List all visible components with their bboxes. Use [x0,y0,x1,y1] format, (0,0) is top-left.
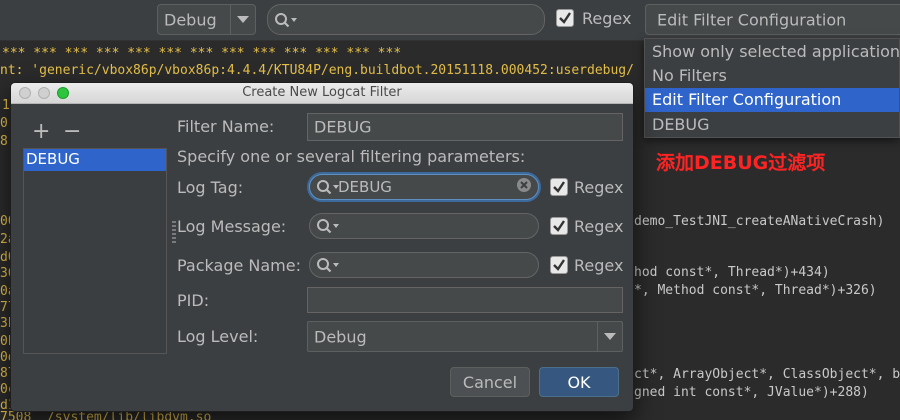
log-line-fragment: *, Method const*, Thread*)+326) [634,283,877,298]
filter-list: DEBUG [23,148,167,354]
search-icon[interactable] [316,257,340,273]
toolbar-regex-checkbox[interactable] [556,9,574,27]
log-tag-regex-label: Regex [574,178,624,197]
log-level-label: Log Level: [177,327,259,346]
log-tag-label: Log Tag: [177,178,244,197]
log-line: 1 [2,98,10,113]
checkmark-icon [553,220,565,232]
log-line: nt: 'generic/vbox86p/vbox86p:4.4.4/KTU84… [0,63,634,78]
log-level-select[interactable]: Debug [307,321,623,352]
filter-name-label: Filter Name: [177,117,275,136]
dropdown-item-no-filters[interactable]: No Filters [645,64,899,88]
log-line: 8 [0,134,8,149]
annotation-text: 添加DEBUG过滤项 [656,152,826,174]
filter-config-combo-value: Edit Filter Configuration [657,10,847,29]
log-line-fragment: hod const*, Thread*)+434) [634,265,830,280]
log-level-select-value: Debug [314,327,367,346]
log-tag-input[interactable]: DEBUG [309,174,539,200]
pid-label: PID: [177,291,210,310]
filter-name-field[interactable]: DEBUG [307,113,623,141]
add-filter-button[interactable]: + [32,121,50,143]
dropdown-item-debug[interactable]: DEBUG [645,113,899,137]
logcat-search-input[interactable] [267,4,545,35]
log-line-fragment: demo_TestJNI_createANativeCrash) [634,214,885,229]
package-name-input[interactable] [309,252,539,278]
filter-list-item-debug[interactable]: DEBUG [24,149,166,171]
create-filter-dialog: Create New Logcat Filter + − DEBUG Filte… [10,82,634,412]
log-line: 0 [0,116,8,131]
splitter-handle[interactable] [172,221,176,243]
filter-config-dropdown: Show only selected application No Filter… [644,38,900,138]
package-name-regex-label: Regex [574,256,624,275]
dialog-titlebar: Create New Logcat Filter [11,83,633,104]
log-message-input[interactable] [309,213,539,239]
ok-button[interactable]: OK [539,367,619,397]
checkmark-icon [559,12,571,24]
package-name-regex-checkbox[interactable] [550,256,568,274]
log-level-combo-value: Debug [164,10,217,29]
checkmark-icon [553,181,565,193]
dialog-title: Create New Logcat Filter [242,85,402,100]
log-line-fragment: ct*, ArrayObject*, ClassObject*, b [634,367,900,382]
dropdown-item-edit-filter-config[interactable]: Edit Filter Configuration [645,88,899,112]
cancel-button[interactable]: Cancel [450,367,530,397]
log-level-combo[interactable]: Debug [157,4,256,35]
toolbar-regex-label: Regex [582,9,632,28]
log-line-fragment: gned int const*, JValue*)+288) [634,385,869,400]
remove-filter-button[interactable]: − [63,121,81,143]
pid-field[interactable] [307,287,623,313]
log-tag-regex-checkbox[interactable] [550,178,568,196]
filter-config-combo[interactable]: Edit Filter Configuration [645,4,900,35]
log-tag-value: DEBUG [338,178,392,196]
log-message-regex-label: Regex [574,217,624,236]
checkmark-icon [553,259,565,271]
search-icon[interactable] [274,12,298,28]
search-icon[interactable] [316,179,340,195]
filter-name-value: DEBUG [314,117,372,137]
chevron-down-icon[interactable] [597,322,622,351]
log-line: *** *** *** *** *** *** *** *** *** *** … [2,46,402,61]
chevron-down-icon[interactable] [230,5,255,34]
filter-params-hint: Specify one or several filtering paramet… [177,147,526,166]
package-name-label: Package Name: [177,256,301,275]
clear-icon[interactable] [516,177,532,197]
search-icon[interactable] [316,218,340,234]
log-message-regex-checkbox[interactable] [550,217,568,235]
dropdown-item-show-selected-app[interactable]: Show only selected application [645,40,900,64]
log-message-label: Log Message: [177,217,287,236]
logcat-toolbar: Debug Regex Edit Filter Configuration [0,0,900,41]
